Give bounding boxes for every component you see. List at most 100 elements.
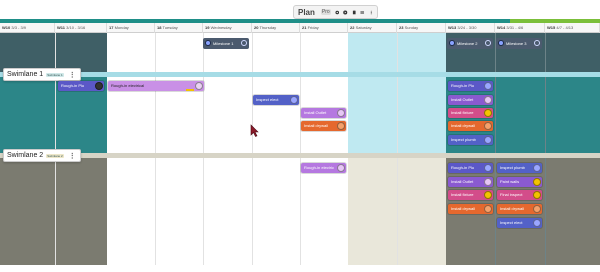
gridline — [545, 33, 546, 265]
gridline — [495, 33, 496, 265]
task-label: Install fixture — [451, 110, 474, 115]
task-card[interactable]: Rough-in Plu — [448, 81, 493, 91]
header-week-13: W13 3/24 - 3/30 — [446, 23, 495, 33]
task-status-icon — [484, 205, 492, 213]
header-day-saturday: 22 Saturday — [348, 23, 397, 33]
task-progress-chip — [186, 89, 194, 91]
swimlane-2-name: Swimlane 2 — [7, 152, 44, 159]
milestone-label: Milestone 3 — [506, 41, 527, 46]
clipboard-icon[interactable] — [352, 9, 356, 16]
task-label: Install drywall — [451, 123, 476, 128]
task-status-icon — [533, 178, 541, 186]
lane2-bg-left — [0, 158, 107, 265]
task-label: Install Outlet — [451, 97, 474, 102]
task-label: Inspect elect — [500, 220, 523, 225]
milestone-icon — [498, 40, 504, 46]
task-card[interactable]: Inspect elect — [497, 218, 542, 228]
task-label: Install fixture — [451, 192, 474, 197]
task-status-icon — [337, 109, 345, 117]
header-day-thursday: 20 Thursday — [252, 23, 300, 33]
swimlane-2-tag: Swimlane 2 — [46, 153, 64, 158]
task-card[interactable]: Paint walls — [497, 177, 542, 187]
task-status-icon — [484, 191, 492, 199]
swimlane-1-header[interactable]: Swimlane 1 Swimlane 1 ⋮ — [3, 68, 81, 81]
swimlane-1-tag: Swimlane 1 — [46, 72, 64, 77]
swimlane-1-menu-icon[interactable]: ⋮ — [69, 71, 76, 79]
milestone-label: Milestone 1 — [213, 41, 234, 46]
task-card[interactable]: Inspect plumb — [497, 163, 542, 173]
task-status-icon — [484, 164, 492, 172]
gridline — [397, 33, 398, 265]
milestone-label: Milestone 2 — [457, 41, 478, 46]
task-label: Rough-in Plu — [451, 83, 475, 88]
header-day-sunday: 23 Sunday — [397, 23, 446, 33]
task-card[interactable]: Rough-in Plu — [58, 81, 104, 91]
task-label: Install Outlet — [304, 110, 327, 115]
more-options-icon[interactable] — [369, 9, 373, 16]
task-status-icon — [484, 122, 492, 130]
task-label: Install drywall — [500, 206, 525, 211]
list-icon[interactable] — [360, 9, 365, 16]
milestone-1[interactable]: Milestone 1 — [203, 38, 249, 49]
task-status-icon — [484, 82, 492, 90]
header-day-monday: 17 Monday — [107, 23, 155, 33]
header-day-wednesday: 19 Wednesday — [203, 23, 252, 33]
task-card[interactable]: Install drywall — [448, 121, 493, 131]
task-card[interactable]: Install Outlet — [448, 177, 493, 187]
milestone-status-icon — [534, 40, 540, 46]
milestone-3[interactable]: Milestone 3 — [496, 38, 542, 49]
task-card[interactable]: Install Outlet — [301, 108, 346, 118]
task-card[interactable]: Install drywall — [448, 204, 493, 214]
task-card[interactable]: Install fixture — [448, 108, 493, 118]
gridline — [155, 33, 156, 265]
task-status-icon — [484, 109, 492, 117]
task-card[interactable]: Rough-in electrical — [108, 81, 204, 91]
task-status-icon — [484, 96, 492, 104]
timeline-header: W10 3/3 - 3/9 W11 3/10 - 3/16 17 Monday … — [0, 23, 600, 33]
settings-icon[interactable] — [335, 9, 339, 16]
task-label: Final inspect — [500, 192, 523, 197]
swimlane-1-bar[interactable] — [0, 72, 600, 77]
task-card[interactable]: Rough-in electric — [301, 163, 346, 173]
swimlane-2-header[interactable]: Swimlane 2 Swimlane 2 ⋮ — [3, 149, 81, 162]
task-card[interactable]: Inspect plumb — [448, 135, 493, 145]
swimlane-2-bar[interactable] — [0, 153, 600, 158]
milestone-status-icon — [485, 40, 491, 46]
task-status-icon — [533, 164, 541, 172]
task-card[interactable]: Inspect elect — [253, 95, 299, 105]
plan-title[interactable]: Plan — [298, 8, 315, 17]
milestone-status-icon — [241, 40, 247, 46]
mouse-cursor-icon — [250, 124, 259, 137]
task-status-icon — [195, 82, 203, 90]
task-card[interactable]: Install Outlet — [448, 95, 493, 105]
milestone-2[interactable]: Milestone 2 — [447, 38, 493, 49]
gridline — [252, 33, 253, 265]
task-label: Rough-in Plu — [61, 83, 85, 88]
task-status-icon — [484, 136, 492, 144]
milestone-icon — [205, 40, 211, 46]
task-label: Rough-in electrical — [111, 83, 145, 88]
plan-badge: Pro — [320, 9, 331, 15]
swimlane-2-menu-icon[interactable]: ⋮ — [69, 152, 76, 160]
task-label: Inspect plumb — [451, 137, 476, 142]
play-icon[interactable] — [343, 9, 348, 16]
task-lock-icon — [95, 82, 103, 90]
task-status-icon — [484, 178, 492, 186]
task-status-icon — [290, 96, 298, 104]
task-card[interactable]: Final inspect — [497, 190, 542, 200]
task-card[interactable]: Install drywall — [497, 204, 542, 214]
task-label: Inspect plumb — [500, 165, 525, 170]
task-label: Install drywall — [451, 206, 476, 211]
task-status-icon — [533, 205, 541, 213]
plan-toolbar: Plan Pro — [293, 5, 378, 19]
task-label: Paint walls — [500, 179, 520, 184]
swimlane-1-name: Swimlane 1 — [7, 71, 44, 78]
task-card[interactable]: Rough-in Plu — [448, 163, 493, 173]
header-day-tuesday: 18 Tuesday — [155, 23, 203, 33]
task-card[interactable]: Install drywall — [301, 121, 346, 131]
task-status-icon — [533, 219, 541, 227]
gridline — [300, 33, 301, 265]
task-card[interactable]: Install fixture — [448, 190, 493, 200]
header-week-15: W15 4/7 - 4/13 — [545, 23, 600, 33]
header-week-14: W14 3/31 - 4/6 — [495, 23, 545, 33]
